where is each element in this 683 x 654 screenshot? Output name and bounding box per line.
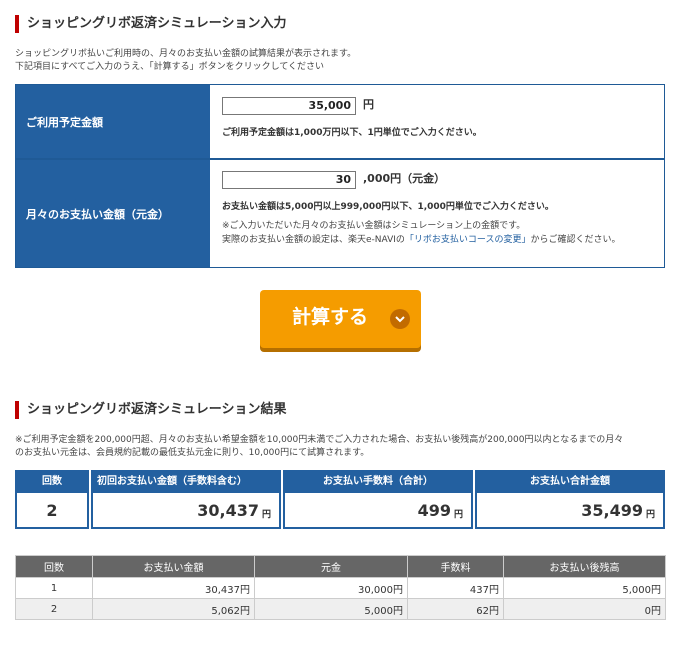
usage-amount-input[interactable]: 35,000: [222, 97, 356, 115]
cell-fee: 62円: [407, 598, 504, 620]
monthly-payment-input[interactable]: 30: [222, 171, 356, 189]
course-change-link[interactable]: 「リボお支払いコースの変更」: [405, 235, 531, 245]
monthly-payment-note: お支払い金額は5,000円以上999,000円以下、1,000円単位でご入力くだ…: [222, 202, 554, 212]
column-header-payment: お支払い金額: [92, 555, 255, 578]
summary-header-total-amount: お支払い合計金額: [475, 470, 665, 493]
cell-count: 2: [15, 598, 93, 620]
summary-count-cell: 2: [15, 493, 89, 529]
cell-balance: 5,000円: [503, 577, 666, 599]
column-header-principal: 元金: [254, 555, 408, 578]
summary-header-total-fee: お支払い手数料（合計）: [283, 470, 473, 493]
cell-principal: 30,000円: [254, 577, 408, 599]
summary-first-payment-cell: 30,437 円: [91, 493, 281, 529]
usage-amount-unit: 円: [363, 98, 374, 111]
column-header-fee: 手数料: [407, 555, 504, 578]
simulation-input-form: ご利用予定金額 35,000 円 ご利用予定金額は1,000万円以下、1円単位で…: [15, 84, 665, 268]
summary-total-fee-value: 499: [417, 500, 451, 520]
table-header-row: 回数 お支払い金額 元金 手数料 お支払い後残高: [15, 555, 666, 578]
usage-amount-row: ご利用予定金額 35,000 円 ご利用予定金額は1,000万円以下、1円単位で…: [16, 85, 664, 160]
payment-schedule-table: 回数 お支払い金額 元金 手数料 お支払い後残高 1 30,437円 30,00…: [15, 555, 666, 620]
summary-count-value: 2: [46, 500, 58, 520]
result-section-title: ショッピングリボ返済シミュレーション結果: [15, 401, 286, 419]
summary-first-payment-unit: 円: [261, 509, 271, 520]
table-row: 1 30,437円 30,000円 437円 5,000円: [15, 577, 666, 599]
result-description-line1: ※ご利用予定金額を200,000円超、月々のお支払い希望金額を10,000円未満…: [15, 435, 624, 445]
calculate-button[interactable]: 計算する: [260, 290, 421, 348]
monthly-payment-row: 月々のお支払い金額（元金） 30 ,000円（元金） お支払い金額は5,000円…: [16, 160, 664, 267]
table-row: 2 5,062円 5,000円 62円 0円: [15, 598, 666, 620]
result-description-line2: のお支払い元金は、会員規約記載の最低支払元金に則り、10,000円にて試算されま…: [15, 448, 370, 458]
monthly-payment-label: 月々のお支払い金額（元金）: [16, 160, 210, 267]
usage-amount-note: ご利用予定金額は1,000万円以下、1円単位でご入力ください。: [222, 128, 482, 138]
cell-fee: 437円: [407, 577, 504, 599]
cell-principal: 5,000円: [254, 598, 408, 620]
input-description-line2: 下記項目にすべてご入力のうえ、「計算する」ボタンをクリックしてください: [15, 62, 325, 72]
summary-total-fee-cell: 499 円: [283, 493, 473, 529]
monthly-payment-disclaimer: ※ご入力いただいた月々のお支払い金額はシミュレーション上の金額です。: [222, 221, 526, 231]
column-header-balance: お支払い後残高: [503, 555, 666, 578]
settings-note-suffix: からご確認ください。: [530, 235, 621, 245]
monthly-payment-unit: ,000円（元金）: [363, 172, 446, 185]
cell-payment: 30,437円: [92, 577, 255, 599]
calculate-button-label: 計算する: [292, 306, 369, 328]
column-header-count: 回数: [15, 555, 93, 578]
cell-balance: 0円: [503, 598, 666, 620]
input-description-line1: ショッピングリボ払いご利用時の、月々のお支払い金額の試算結果が表示されます。: [15, 49, 357, 59]
summary-total-amount-value: 35,499: [581, 500, 643, 520]
cell-count: 1: [15, 577, 93, 599]
input-section-title: ショッピングリボ返済シミュレーション入力: [15, 15, 286, 33]
summary-total-amount-unit: 円: [645, 509, 655, 520]
summary-total-amount-cell: 35,499 円: [475, 493, 665, 529]
settings-note-prefix: 実際のお支払い金額の設定は、楽天e-NAVIの: [222, 235, 405, 245]
summary-total-fee-unit: 円: [453, 509, 463, 520]
usage-amount-label: ご利用予定金額: [16, 85, 210, 158]
summary-first-payment-value: 30,437: [197, 500, 259, 520]
chevron-down-icon: [390, 309, 410, 329]
cell-payment: 5,062円: [92, 598, 255, 620]
monthly-payment-settings-note: 実際のお支払い金額の設定は、楽天e-NAVIの「リボお支払いコースの変更」からご…: [222, 233, 621, 247]
summary-header-first-payment: 初回お支払い金額（手数料含む）: [91, 470, 281, 493]
summary-header-count: 回数: [15, 470, 89, 493]
